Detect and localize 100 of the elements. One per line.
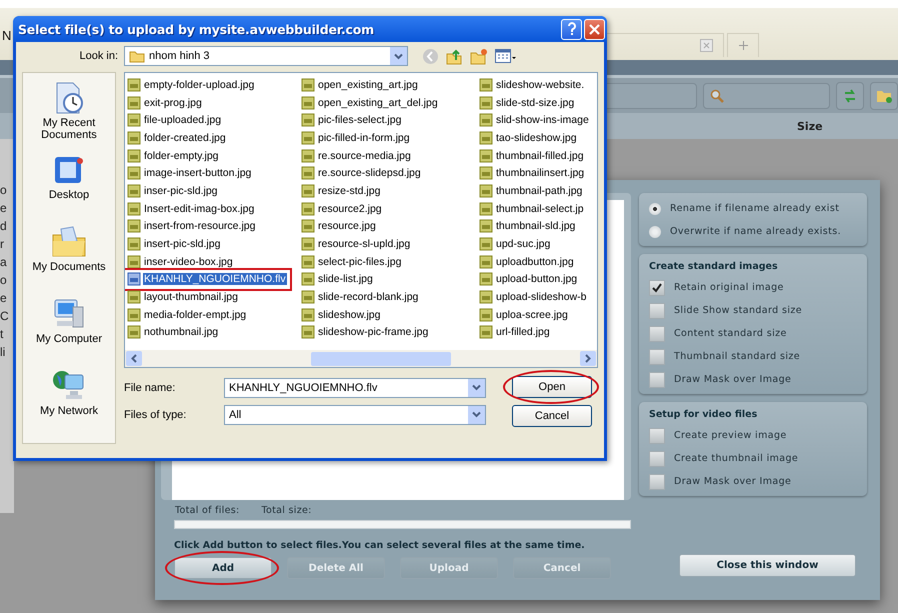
help-button[interactable] [561,18,582,40]
checkbox[interactable] [649,302,665,318]
places-item[interactable]: My Network [24,369,114,431]
file-item[interactable]: slideshow-pic-frame.jpg [317,326,430,338]
file-item[interactable]: upload-slideshow-b [495,291,588,304]
file-item[interactable]: inser-pic-sld.jpg [143,184,219,197]
places-item[interactable]: Desktop [24,153,114,215]
file-item[interactable]: select-pic-files.jpg [317,256,402,268]
file-item[interactable]: thumbnail-select.jp [495,202,585,215]
look-in-dropdown[interactable]: nhom hinh 3 [124,46,408,66]
new-folder-icon[interactable] [470,48,488,64]
file-item[interactable]: thumbnail-filled.jpg [495,150,585,162]
file-item[interactable]: uploa-scree.jpg [495,308,569,321]
file-item[interactable]: slideshow-website. [495,78,586,91]
horizontal-scrollbar[interactable] [125,350,597,367]
file-item[interactable]: re.source-media.jpg [317,150,412,162]
file-item[interactable]: thumbnail-path.jpg [495,184,584,197]
back-icon[interactable] [422,48,439,64]
file-item[interactable]: nothumbnail.jpg [143,326,220,338]
checkbox[interactable] [649,280,665,296]
file-item[interactable]: thumbnailinsert.jpg [495,167,586,180]
file-icon [301,130,315,145]
text-fragment: o [0,273,8,287]
file-icon [127,308,141,322]
checkbox[interactable] [649,428,665,444]
file-item[interactable]: layout-thumbnail.jpg [143,291,239,304]
file-item[interactable]: image-insert-button.jpg [143,167,252,180]
file-icon [301,148,315,163]
file-icon [301,272,315,286]
file-item[interactable]: insert-pic-sld.jpg [143,238,222,250]
folder-button[interactable] [870,82,898,110]
view-menu-icon[interactable] [495,48,517,64]
file-item[interactable]: inser-video-box.jpg [143,256,234,268]
file-icon [127,113,141,128]
new-tab-button[interactable] [727,33,759,57]
checkbox[interactable] [649,450,665,466]
file-item[interactable]: url-filled.jpg [495,326,551,338]
file-item[interactable]: slideshow.jpg [317,308,382,321]
file-item[interactable]: empty-folder-upload.jpg [143,78,256,91]
file-item[interactable]: KHANHLY_NGUOIEMNHO.flv [143,273,287,286]
file-item[interactable]: pic-files-select.jpg [317,114,402,126]
dialog-button[interactable]: Cancel [512,405,592,427]
search-field[interactable] [703,82,830,108]
refresh-button[interactable] [836,82,864,110]
checkbox[interactable] [649,474,665,490]
scroll-left-icon [131,354,137,363]
file-item[interactable]: pic-filled-in-form.jpg [317,132,411,144]
file-item[interactable]: resource-sl-upld.jpg [317,238,412,250]
file-item[interactable]: slide-std-size.jpg [495,96,576,109]
column-header[interactable]: Size [797,120,823,132]
close-button[interactable] [584,18,605,40]
close-icon[interactable] [700,39,713,52]
file-icon [127,219,141,234]
file-item[interactable]: slide-record-blank.jpg [317,291,420,304]
file-item[interactable]: slide-list.jpg [317,273,374,286]
file-item[interactable]: media-folder-empt.jpg [143,308,248,321]
file-icon [301,166,315,180]
text-fragment: d [0,219,8,233]
file-item[interactable]: slid-show-ins-image [495,114,590,126]
file-item[interactable]: resource2.jpg [317,202,383,215]
dialog-button[interactable]: Open [512,376,592,398]
file-item[interactable]: uploadbutton.jpg [495,256,575,268]
file-icon [127,130,141,145]
file-item[interactable]: thumbnail-sld.jpg [495,220,576,232]
checkbox[interactable] [649,348,665,364]
file-icon [127,166,141,180]
file-item[interactable]: resize-std.jpg [317,184,382,197]
file-item[interactable]: file-uploaded.jpg [143,114,222,126]
file-icon [479,78,493,92]
file-icon [479,184,493,198]
checkbox[interactable] [649,372,665,388]
file-icon [127,325,141,340]
file-type-dropdown[interactable]: All [224,404,486,424]
file-item[interactable]: upd-suc.jpg [495,238,552,250]
file-item[interactable]: folder-empty.jpg [143,150,220,162]
radio-button[interactable] [649,202,661,214]
file-item[interactable]: upload-button.jpg [495,273,578,286]
file-item[interactable]: insert-from-resource.jpg [143,220,256,232]
checkbox[interactable] [649,326,665,342]
file-icon [127,78,141,92]
file-item[interactable]: open_existing_art_del.jpg [317,96,439,109]
file-item[interactable]: open_existing_art.jpg [317,78,419,91]
radio-button[interactable] [649,226,661,238]
file-item[interactable]: folder-created.jpg [143,132,227,144]
file-icon [479,130,493,145]
places-item[interactable]: My Computer [24,297,114,359]
file-item[interactable]: resource.jpg [317,220,377,232]
file-name-field[interactable]: KHANHLY_NGUOIEMNHO.flv [224,378,486,398]
file-item[interactable]: exit-prog.jpg [143,96,203,109]
file-item[interactable]: re.source-slidepsd.jpg [317,167,422,180]
refresh-icon [844,88,856,102]
up-folder-icon[interactable] [446,48,463,64]
places-item[interactable]: My Documents [24,225,114,287]
file-item[interactable]: Insert-edit-imag-box.jpg [143,202,256,215]
places-item[interactable]: My Recent Documents [24,81,114,143]
text-fragment: o [0,183,8,197]
panel-button[interactable]: Add [174,557,272,579]
file-item[interactable]: tao-slideshow.jpg [495,132,578,144]
close-window-button[interactable]: Close this window [679,554,856,577]
file-icon [127,290,141,304]
